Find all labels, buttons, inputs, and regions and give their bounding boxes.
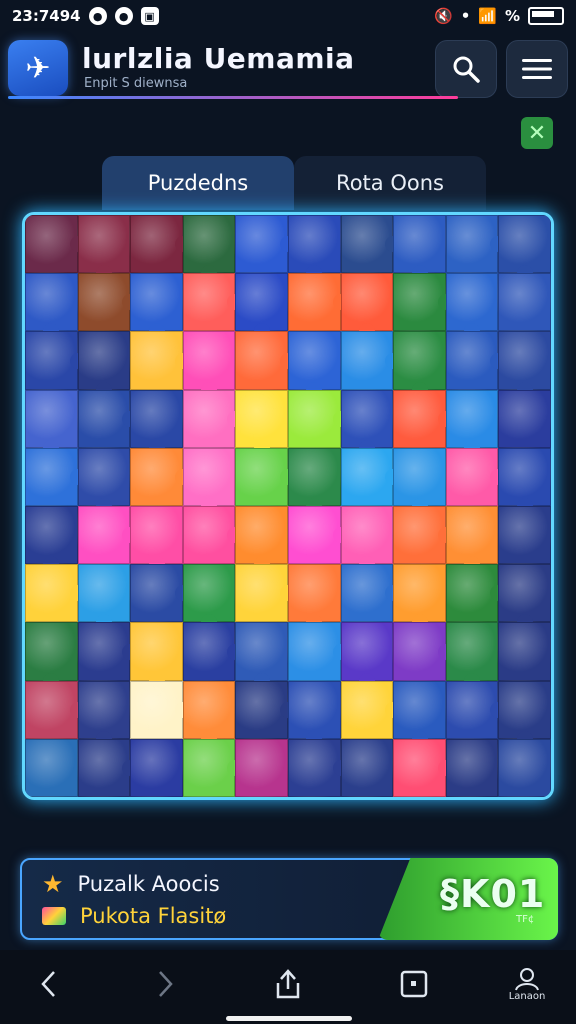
pieces-row: ★ Puzalk Aoocis [42,870,220,898]
forward-button[interactable] [150,964,180,1004]
battery-icon [528,7,564,25]
tab-rotations[interactable]: Rota Oons [294,156,486,210]
signal-icon: 📶 [478,7,497,25]
app-header: ✈ lurlzlia Uemamia Enpit S diewnsa [8,38,568,102]
puzzle-piece[interactable] [288,331,341,390]
score-button[interactable]: §K01 TF¢ [378,858,558,940]
pieces-label: Puzalk Aoocis [77,872,220,896]
battery-percent: % [504,7,520,25]
chevron-right-icon [159,971,173,997]
puzzle-image-icon [42,907,66,925]
app-logo-icon[interactable]: ✈ [8,40,68,96]
tabs-button[interactable] [398,964,430,1004]
puzzle-piece[interactable] [393,331,446,390]
hamburger-menu-icon [522,59,552,79]
close-icon: ✕ [527,120,547,146]
puzzle-piece[interactable] [25,622,78,681]
puzzle-piece[interactable] [498,273,551,332]
progress-row: Pukota Flasitø [42,904,226,928]
wifi-icon: • [460,7,471,25]
puzzle-piece[interactable] [340,622,394,681]
home-indicator[interactable] [226,1016,352,1021]
tab-bar: Puzdedns Rota Oons [102,156,486,210]
puzzle-piece[interactable] [130,622,183,681]
profile-label: Lanaon [508,990,546,1002]
status-time: 23:7494 [12,7,81,25]
score-button-sub: TF¢ [516,914,535,925]
status-bar: 23:7494 ● ● ▣ 🔇 • 📶 % [0,0,576,32]
app-notification-icon: ● [114,7,133,25]
puzzle-piece[interactable] [77,331,131,390]
back-button[interactable] [34,964,64,1004]
score-button-label: §K01 [440,872,546,916]
profile-icon [515,967,539,990]
puzzle-piece[interactable] [235,622,288,681]
puzzle-grid [25,215,551,797]
notification-icon: ● [88,7,107,25]
chevron-left-icon [41,971,55,997]
menu-button[interactable] [506,40,568,98]
puzzle-piece[interactable] [498,622,551,681]
puzzle-board[interactable] [22,212,554,800]
mute-icon: 🔇 [434,7,453,25]
close-button[interactable]: ✕ [521,117,553,149]
puzzle-piece[interactable] [498,738,551,797]
profile-button[interactable]: Lanaon [504,964,550,1004]
puzzle-piece[interactable] [340,738,394,797]
share-button[interactable] [272,964,304,1004]
tab-puzzles[interactable]: Puzdedns [102,156,294,210]
search-button[interactable] [435,40,497,98]
puzzle-piece[interactable] [182,331,236,390]
search-icon [453,56,480,83]
puzzle-piece[interactable] [445,622,499,681]
puzzle-piece[interactable] [498,331,551,390]
header-divider [8,96,458,99]
puzzle-piece[interactable] [235,738,288,797]
message-icon: ▣ [140,7,159,25]
tabs-icon [400,970,428,998]
app-subtitle: Enpit S diewnsa [84,76,188,91]
bottom-navigation: Lanaon [0,950,576,1024]
puzzle-piece[interactable] [445,738,499,797]
puzzle-piece[interactable] [498,389,551,448]
puzzle-piece[interactable] [130,738,183,797]
share-icon [276,969,300,999]
progress-label: Pukota Flasitø [80,904,227,928]
star-icon: ★ [42,870,64,898]
puzzle-piece[interactable] [498,506,551,565]
puzzle-piece[interactable] [25,738,78,797]
app-title: lurlzlia Uemamia [82,42,355,75]
